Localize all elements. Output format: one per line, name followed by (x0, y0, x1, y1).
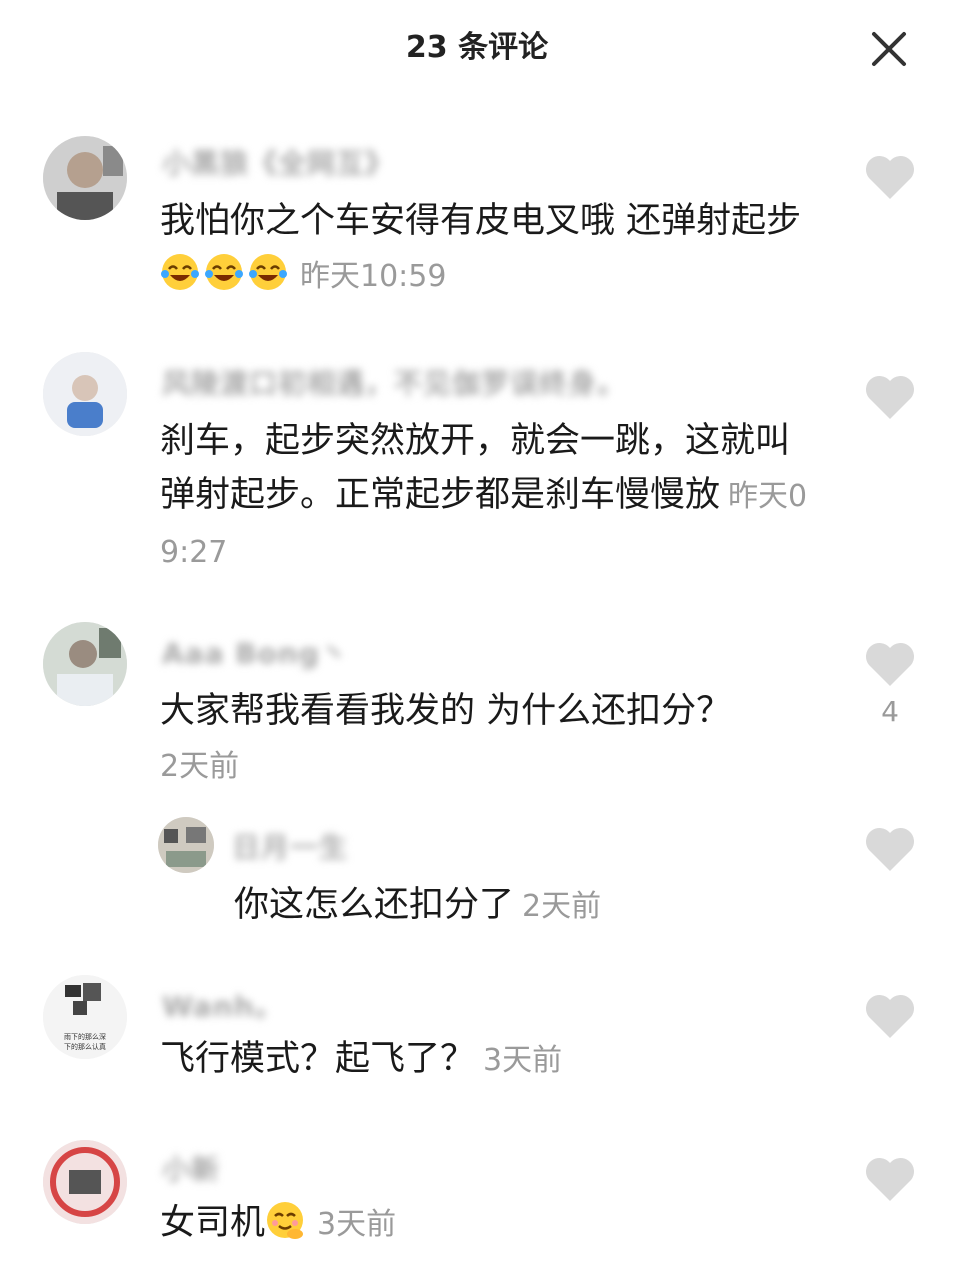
avatar[interactable] (158, 817, 214, 873)
comment-text: 飞行模式？起飞了？ 3天前 (160, 1032, 820, 1088)
laughing-tears-icon (248, 254, 292, 295)
comment-body: 刹车，起步突然放开，就会一跳，这就叫弹射起步。正常起步都是刹车慢慢放 (160, 421, 791, 515)
comment-username[interactable]: 小黑狼《全网互》 (162, 142, 394, 182)
comment-time: 昨天10:59 (300, 259, 447, 294)
heart-icon[interactable] (864, 1155, 916, 1203)
like-count: 4 (881, 695, 899, 728)
reply-username[interactable]: 日月一生 (232, 826, 348, 866)
comment-time: 3天前 (483, 1043, 563, 1078)
comments-count-title: 23 条评论 (405, 30, 549, 65)
laughing-tears-icon (204, 254, 248, 295)
laughing-tears-icon (160, 254, 204, 295)
avatar-caption: 下的那么认真 (64, 1042, 106, 1051)
close-icon[interactable] (866, 26, 912, 72)
heart-icon[interactable] (864, 992, 916, 1040)
comment-text: 女司机 3天前 (160, 1196, 820, 1252)
comment-body: 我怕你之个车安得有皮电叉哦 还弹射起步 (160, 201, 802, 241)
comment-body: 女司机 (160, 1203, 266, 1243)
heart-icon[interactable] (864, 825, 916, 873)
comment-time: 3天前 (317, 1207, 397, 1242)
comment-body: 你这怎么还扣分了 (234, 885, 515, 925)
avatar[interactable] (43, 136, 127, 220)
avatar[interactable] (43, 352, 127, 436)
comment-time: 2天前 (160, 749, 240, 784)
avatar[interactable] (43, 1140, 127, 1224)
reply-text: 你这怎么还扣分了 2天前 (234, 878, 794, 934)
heart-icon[interactable] (864, 153, 916, 201)
shy-smile-icon (265, 1202, 309, 1243)
avatar-caption: 雨下的那么深 (64, 1032, 106, 1041)
comment-username[interactable]: 小新 (162, 1148, 220, 1188)
heart-icon[interactable] (864, 373, 916, 421)
avatar[interactable] (43, 622, 127, 706)
comment-body: 大家帮我看看我发的 为什么还扣分？ (160, 691, 732, 731)
avatar[interactable]: 雨下的那么深 下的那么认真 (43, 975, 127, 1059)
comments-header: 23 条评论 (0, 0, 954, 100)
comment-username[interactable]: Wanh。 (162, 985, 284, 1025)
comment-text: 我怕你之个车安得有皮电叉哦 还弹射起步昨天10:59 (160, 194, 820, 304)
comment-text: 刹车，起步突然放开，就会一跳，这就叫弹射起步。正常起步都是刹车慢慢放 昨天09:2… (160, 414, 820, 580)
comment-username[interactable]: Aaa Bong丶 (162, 632, 349, 672)
heart-icon[interactable] (864, 640, 916, 688)
comment-body: 飞行模式？起飞了？ (160, 1039, 476, 1079)
comment-text: 大家帮我看看我发的 为什么还扣分？ 2天前 (160, 684, 820, 794)
comment-time: 2天前 (522, 889, 602, 924)
comment-username[interactable]: 风陵渡口初相遇，不见伽罗误终身。 (162, 362, 626, 402)
